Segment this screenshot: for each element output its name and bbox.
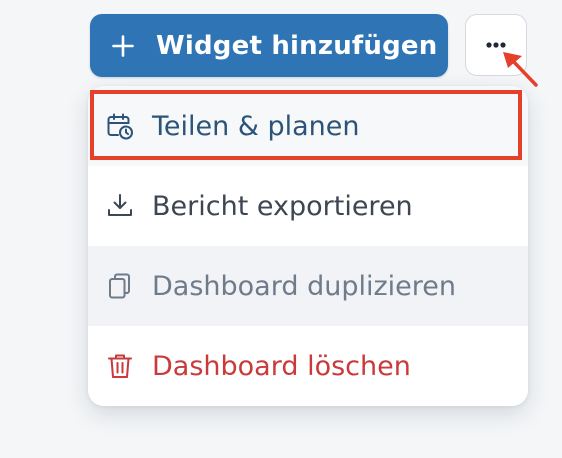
menu-item-export-report[interactable]: Bericht exportieren (88, 166, 528, 246)
dashboard-page: Widget hinzufügen Teilen & planen Berich… (0, 0, 562, 458)
menu-item-label: Dashboard löschen (152, 350, 411, 382)
menu-item-label: Bericht exportieren (152, 190, 413, 222)
download-icon (108, 194, 132, 216)
more-options-menu: Teilen & planen Bericht exportieren Dash… (88, 86, 528, 406)
pointer-arrow-icon (503, 52, 538, 87)
menu-item-duplicate-dashboard[interactable]: Dashboard duplizieren (88, 246, 528, 326)
plus-icon (112, 34, 134, 57)
copy-icon (109, 273, 130, 299)
menu-item-delete-dashboard[interactable]: Dashboard löschen (88, 326, 528, 406)
menu-item-label: Teilen & planen (152, 110, 360, 142)
menu-item-label: Dashboard duplizieren (152, 270, 456, 302)
trash-icon (108, 354, 132, 378)
calendar-clock-icon (107, 113, 133, 140)
add-widget-label: Widget hinzufügen (156, 30, 438, 61)
menu-item-share-schedule[interactable]: Teilen & planen (88, 86, 528, 166)
add-widget-button[interactable]: Widget hinzufügen (90, 14, 448, 77)
